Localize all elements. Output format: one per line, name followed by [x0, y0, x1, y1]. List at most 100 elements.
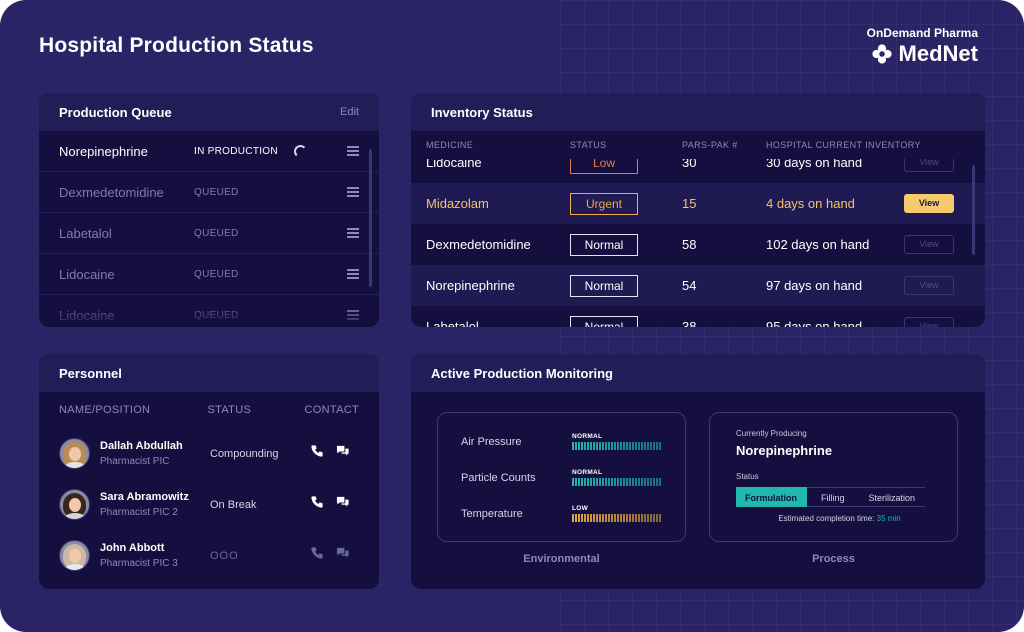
queue-row[interactable]: Lidocaine QUEUED: [39, 295, 379, 327]
metric-meter: LOW: [572, 505, 664, 522]
drag-handle-icon[interactable]: [347, 146, 359, 156]
meter-tick: [641, 514, 643, 522]
metric-label: Particle Counts: [461, 471, 536, 484]
view-button[interactable]: View: [904, 235, 954, 254]
meter-tick: [650, 442, 652, 450]
meter-tick: [641, 478, 643, 486]
metric-state: NORMAL: [572, 433, 603, 440]
meter-tick: [629, 478, 631, 486]
meter-tick: [611, 442, 613, 450]
phone-icon[interactable]: [310, 546, 324, 565]
person-status: OOO: [210, 549, 239, 562]
drag-handle-icon[interactable]: [347, 187, 359, 197]
meter-tick: [635, 442, 637, 450]
queue-row[interactable]: Dexmedetomidine QUEUED: [39, 172, 379, 213]
meter-tick: [602, 478, 604, 486]
meter-tick: [638, 514, 640, 522]
process-box: Currently Producing Norepinephrine Statu…: [709, 412, 958, 542]
queue-row[interactable]: Lidocaine QUEUED: [39, 254, 379, 295]
meter-tick: [644, 514, 646, 522]
environmental-metric: Particle Counts NORMAL: [461, 469, 664, 486]
chat-icon[interactable]: [336, 495, 350, 514]
pars-pak-number: 38: [682, 319, 697, 327]
meter-tick: [632, 478, 634, 486]
meter-tick: [605, 478, 607, 486]
inventory-days: 95 days on hand: [766, 319, 863, 327]
inventory-days: 30 days on hand: [766, 159, 863, 170]
page-title: Hospital Production Status: [39, 34, 314, 57]
column-contact: CONTACT: [304, 404, 359, 416]
medicine-name: Lidocaine: [426, 159, 482, 170]
monitoring-header: Active Production Monitoring: [411, 354, 985, 392]
personnel-header: Personnel: [39, 354, 379, 392]
meter-tick: [614, 514, 616, 522]
queue-row[interactable]: Labetalol QUEUED: [39, 213, 379, 254]
process-status-label: Status: [736, 472, 759, 481]
meter-tick: [599, 442, 601, 450]
inventory-scrollbar[interactable]: [972, 165, 975, 255]
status-cell: Normal: [570, 315, 682, 327]
process-step: Filling: [807, 487, 855, 507]
column-pars-pak: PARS-PAK #: [682, 140, 738, 150]
meter-tick: [638, 442, 640, 450]
phone-icon[interactable]: [310, 444, 324, 463]
meter-tick: [614, 478, 616, 486]
meter-tick: [587, 478, 589, 486]
meter-tick: [632, 442, 634, 450]
meter-tick: [650, 514, 652, 522]
view-button[interactable]: View: [904, 276, 954, 295]
meter-tick: [575, 478, 577, 486]
production-queue-list[interactable]: Norepinephrine IN PRODUCTION Dexmedetomidi…: [39, 131, 379, 327]
view-button[interactable]: View: [904, 159, 954, 172]
meter-tick: [590, 478, 592, 486]
process-stepper: Formulation Filling Sterilization: [736, 487, 943, 507]
meter-tick: [611, 514, 613, 522]
drag-handle-icon[interactable]: [347, 310, 359, 320]
currently-producing-label: Currently Producing: [736, 429, 807, 438]
meter-tick: [599, 478, 601, 486]
inventory-table-body[interactable]: Lidocaine Low 30 30 days on hand View Midazol…: [411, 159, 985, 327]
person-role: Pharmacist PIC: [100, 456, 170, 467]
queue-scrollbar[interactable]: [369, 149, 372, 287]
meter-tick: [590, 442, 592, 450]
meter-tick: [596, 478, 598, 486]
chat-icon[interactable]: [336, 444, 350, 463]
person-name: John Abbott: [100, 542, 165, 554]
personnel-row: Sara Abramowitz Pharmacist PIC 2 On Break: [39, 479, 379, 530]
phone-icon[interactable]: [310, 495, 324, 514]
person-name: Sara Abramowitz: [100, 491, 189, 503]
current-product: Norepinephrine: [736, 443, 833, 458]
queue-item-status: QUEUED: [194, 309, 239, 321]
column-medicine: MEDICINE: [426, 140, 474, 150]
chat-icon[interactable]: [336, 546, 350, 565]
meter-tick: [626, 442, 628, 450]
queue-item-name: Norepinephrine: [59, 143, 148, 159]
contact-actions: [310, 546, 350, 565]
eta-value: 35 min: [876, 514, 901, 523]
meter-tick: [608, 478, 610, 486]
pars-pak-number: 54: [682, 278, 697, 293]
drag-handle-icon[interactable]: [347, 228, 359, 238]
column-status: STATUS: [207, 404, 252, 416]
view-button[interactable]: View: [904, 194, 954, 213]
meter-tick: [614, 442, 616, 450]
meter-tick: [602, 442, 604, 450]
meter-tick: [617, 514, 619, 522]
view-button[interactable]: View: [904, 317, 954, 327]
inventory-header: Inventory Status: [411, 93, 985, 131]
drag-handle-icon[interactable]: [347, 269, 359, 279]
metric-state: NORMAL: [572, 469, 603, 476]
inventory-row: Lidocaine Low 30 30 days on hand View: [411, 159, 985, 183]
medicine-name: Dexmedetomidine: [426, 237, 531, 252]
meter-tick: [647, 442, 649, 450]
queue-item-name: Dexmedetomidine: [59, 184, 164, 200]
person-role: Pharmacist PIC 2: [100, 507, 178, 518]
app-frame: Hospital Production Status OnDemand Phar…: [0, 0, 1024, 632]
queue-row[interactable]: Norepinephrine IN PRODUCTION: [39, 131, 379, 172]
meter-tick: [659, 478, 661, 486]
status-badge: Low: [570, 159, 638, 174]
edit-queue-button[interactable]: Edit: [340, 106, 359, 118]
meter-tick: [656, 442, 658, 450]
personnel-row: Dallah Abdullah Pharmacist PIC Compounding: [39, 428, 379, 479]
meter-tick: [647, 514, 649, 522]
